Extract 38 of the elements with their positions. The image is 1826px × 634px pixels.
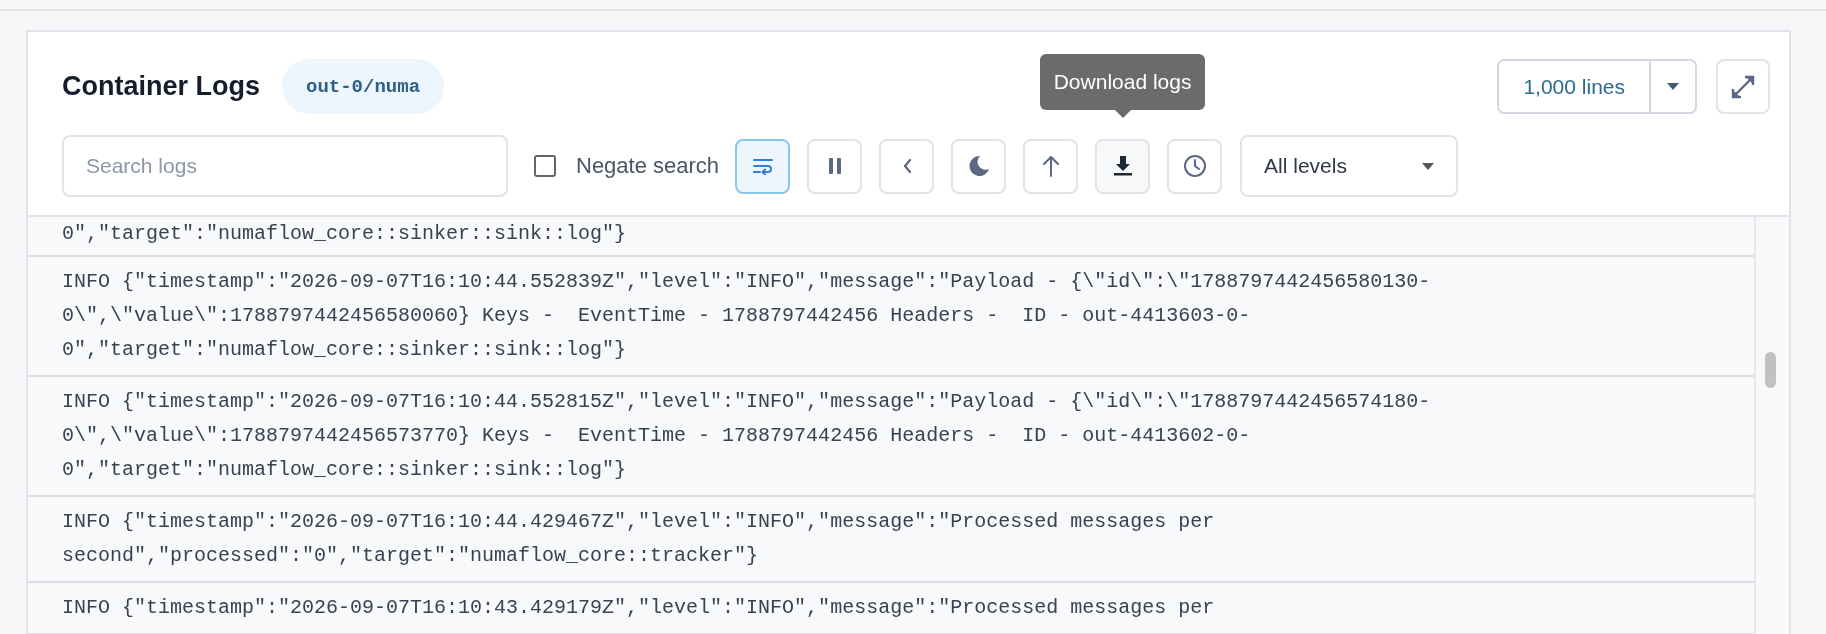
download-icon	[1112, 155, 1133, 177]
tooltip-arrow-icon	[1114, 110, 1131, 118]
log-line: 0\",\"value\":1788797442456580060} Keys - EventTime - 1788797442456 Headers - ID - out-4413603-0-	[62, 303, 1251, 329]
log-line: 0","target":"numaflow_core::sinker::sink::log"}	[62, 457, 627, 483]
pause-button[interactable]	[807, 138, 863, 194]
panel-title: Container Logs	[62, 71, 260, 102]
log-line: INFO {"timestamp":"2026-09-07T16:10:44.552839Z","level":"INFO","message":"Payload - {\"id\":\"1788797442456580130-	[62, 269, 1431, 295]
log-line: 0","target":"numaflow_core::sinker::sink::log"}	[62, 337, 627, 363]
negate-search-label: Negate search	[576, 153, 720, 179]
caret-down-icon	[1422, 162, 1435, 170]
negate-checkbox[interactable]	[534, 155, 556, 177]
log-line: INFO {"timestamp":"2026-09-07T16:10:44.429467Z","level":"INFO","message":"Processed messages per	[62, 509, 1215, 535]
arrow-up-icon	[1041, 155, 1060, 177]
time-button[interactable]	[1167, 138, 1223, 194]
theme-button[interactable]	[951, 138, 1007, 194]
top-button[interactable]	[1023, 138, 1079, 194]
clock-icon	[1182, 154, 1207, 178]
log-line: second","processed":"0","target":"numaflow_core::tracker"}	[62, 543, 759, 569]
download-button[interactable]	[1095, 138, 1151, 194]
tooltip: Download logs	[1039, 54, 1206, 110]
search-field[interactable]: Search logs	[62, 135, 508, 197]
caret-down-icon	[1667, 83, 1679, 90]
level-filter-dropdown[interactable]: All levels	[1240, 135, 1459, 197]
scroll-thumb[interactable]	[1765, 352, 1776, 388]
pause-icon	[827, 157, 842, 175]
line-count-dropdown[interactable]: 1,000 lines	[1497, 59, 1697, 114]
pod-badge: out-0/numa	[282, 59, 445, 114]
log-line: 0","target":"numaflow_core::sinker::sink::log"}	[62, 221, 627, 247]
log-line: INFO {"timestamp":"2026-09-07T16:10:44.552815Z","level":"INFO","message":"Payload - {\"id\":\"1788797442456574180-	[62, 389, 1431, 415]
chevron-left-icon	[901, 158, 912, 174]
wrap-text-icon	[751, 157, 774, 175]
expand-button[interactable]	[1716, 59, 1770, 114]
expand-icon	[1731, 74, 1755, 99]
moon-icon	[967, 155, 990, 177]
wrap-button[interactable]	[735, 138, 791, 194]
log-line: INFO {"timestamp":"2026-09-07T16:10:43.429179Z","level":"INFO","message":"Processed messages per	[62, 595, 1215, 621]
line-count-button[interactable]: 1,000 lines	[1499, 61, 1651, 112]
log-line: 0\",\"value\":1788797442456573770} Keys - EventTime - 1788797442456 Headers - ID - out-4413602-0-	[62, 423, 1251, 449]
